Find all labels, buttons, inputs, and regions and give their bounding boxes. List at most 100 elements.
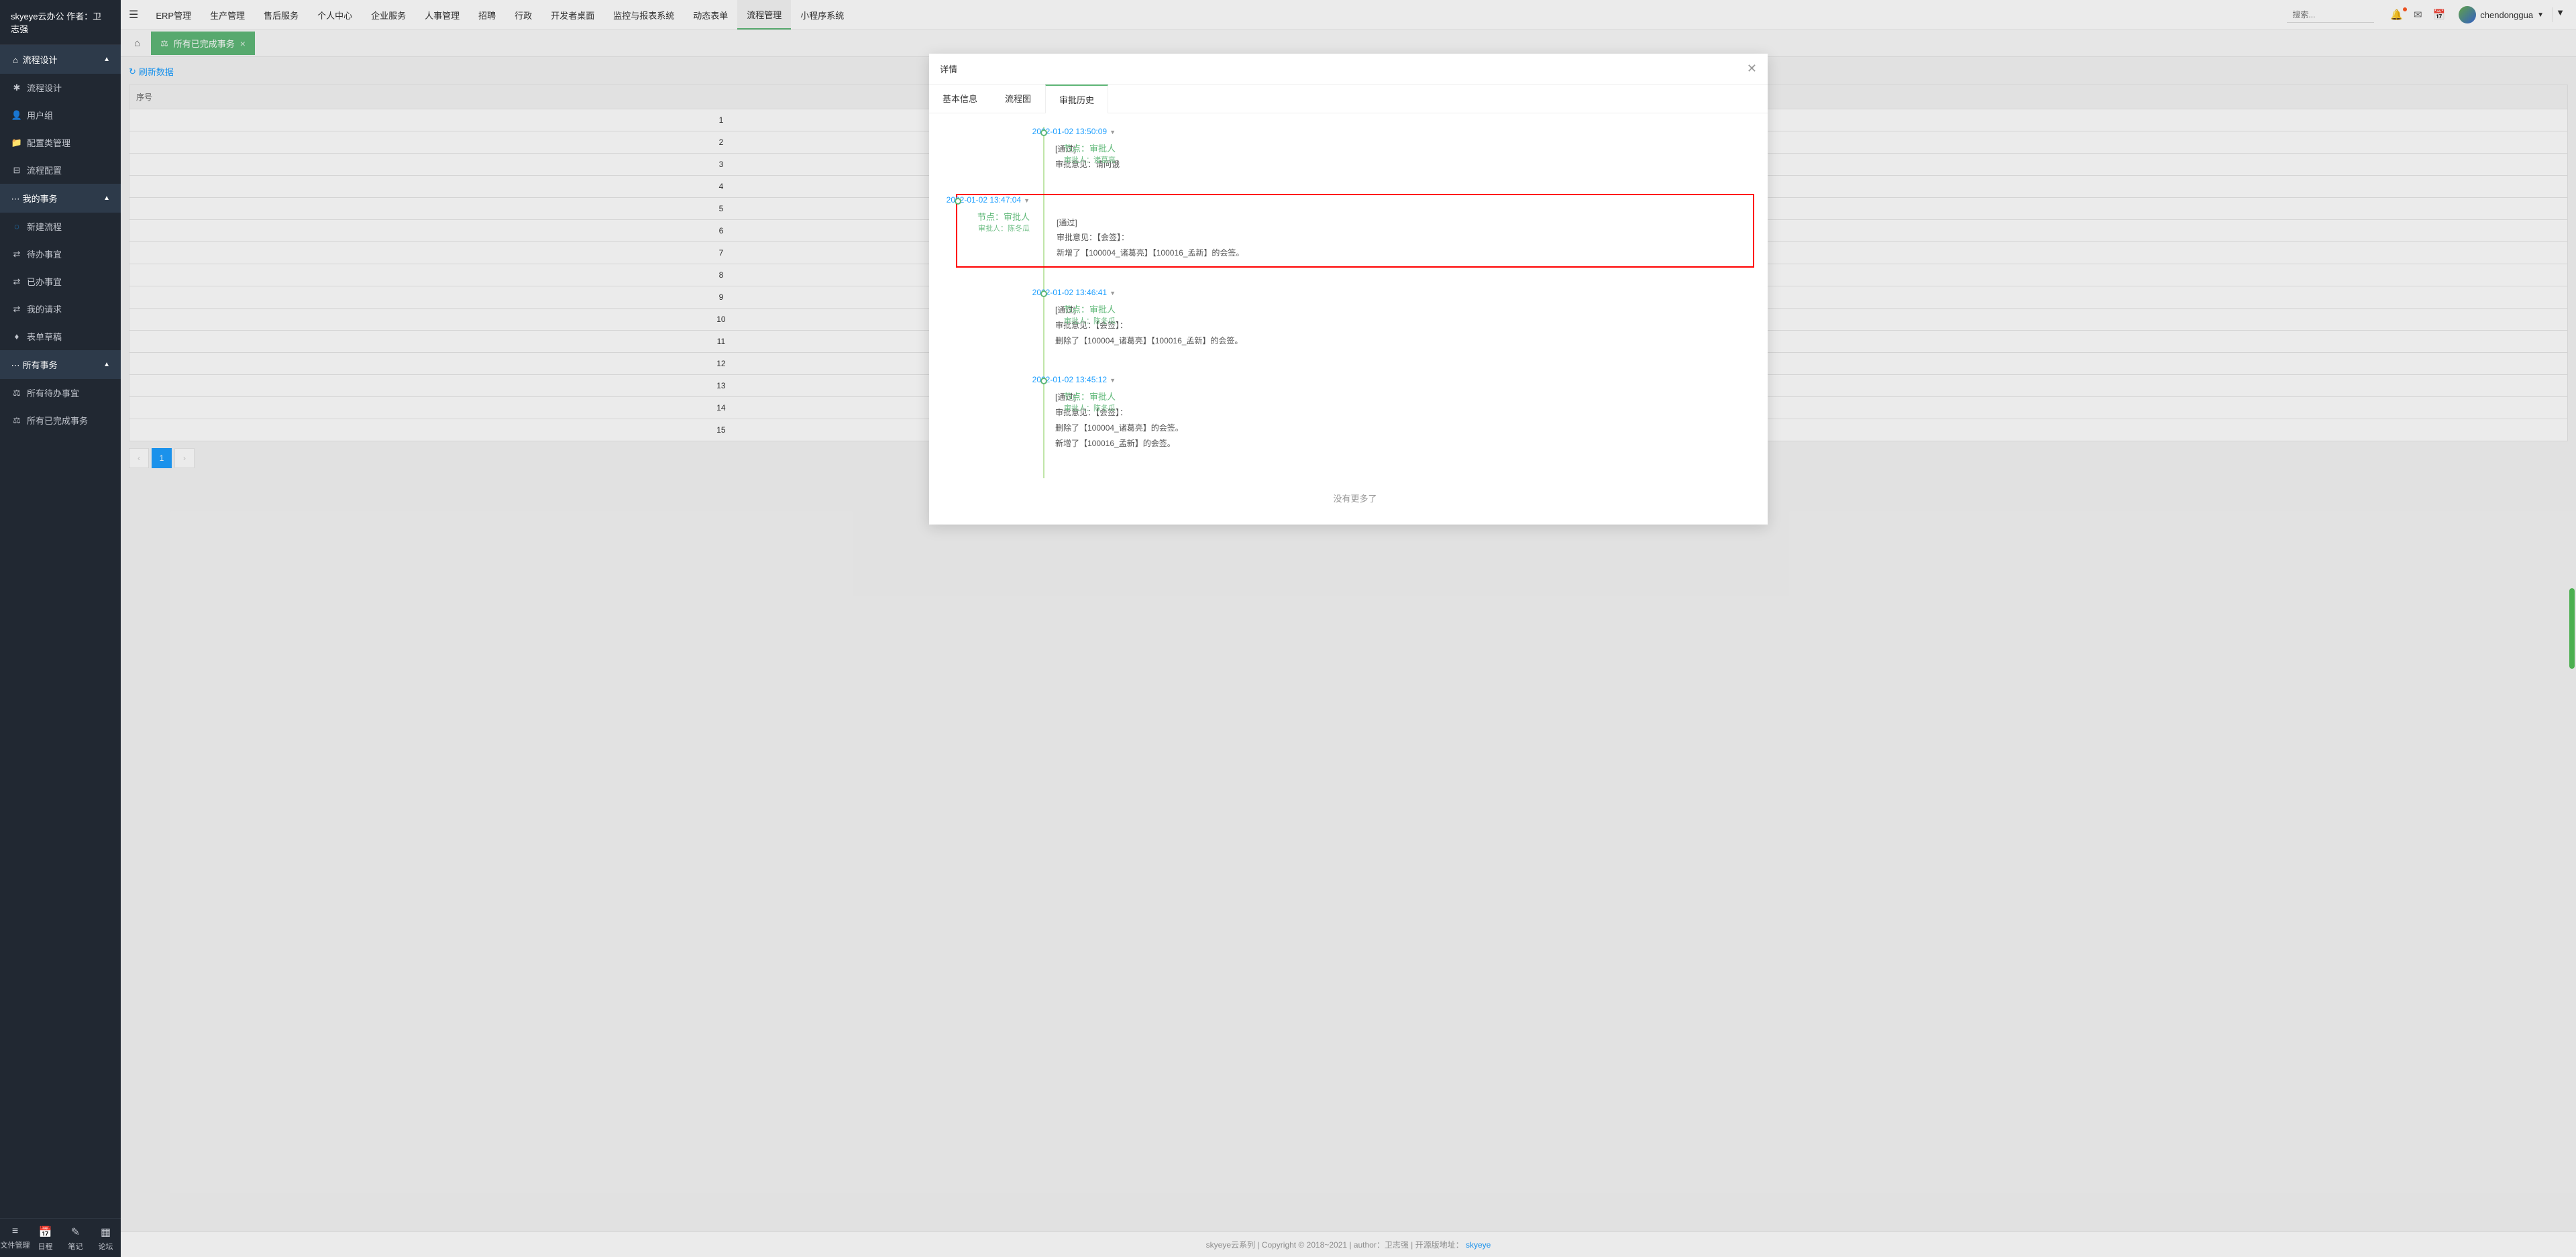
- modal-tab[interactable]: 审批历史: [1045, 85, 1108, 113]
- menu-item-icon: ♦: [12, 331, 21, 341]
- sidebar-item[interactable]: ⚖ 所有已完成事务: [0, 406, 121, 434]
- sidebar-item[interactable]: ⇄我的请求: [0, 295, 121, 323]
- chevron-up-icon: ▲: [103, 361, 110, 368]
- timeline-approver: 审批人：陈冬瓜: [977, 223, 1030, 233]
- menu-group-title[interactable]: ⋯ 我的事务▲: [0, 184, 121, 213]
- modal-detail: 详情 ✕ 基本信息流程图审批历史 2022-01-02 13:50:09▼ 节点…: [929, 54, 1768, 525]
- footer-item-label: 笔记: [68, 1243, 83, 1251]
- menu-item-label: 所有已完成事务: [27, 414, 88, 427]
- footer-item-icon: ✎: [60, 1225, 91, 1239]
- menu-item-label: 已办事宜: [27, 275, 62, 288]
- timeline-line: 审批意见：【会签】：: [1057, 230, 1746, 245]
- sidebar-menu: ⌂ 流程设计▲✱流程设计👤用户组📁配置类管理⊟流程配置⋯ 我的事务▲◌新建流程⇄…: [0, 45, 121, 1218]
- timeline-node-title: 节点：审批人: [977, 210, 1030, 223]
- footer-item-label: 日程: [38, 1243, 53, 1251]
- timeline-content: [通过] 审批意见：【会签】：新增了【100004_诸葛亮】【100016_孟新…: [1044, 201, 1746, 261]
- menu-item-label: 配置类管理: [27, 136, 70, 149]
- menu-group-title[interactable]: ⋯ 所有事务▲: [0, 350, 121, 379]
- chevron-up-icon: ▲: [103, 195, 110, 202]
- timeline-item: 2022-01-02 13:45:12▼ 节点：审批人 审批人：陈冬瓜 [通过]…: [1043, 375, 1748, 478]
- timeline-node-box: 节点：审批人 审批人：诸葛亮: [1063, 142, 1116, 165]
- sidebar-footer: ≡ 文件管理📅 日程 ✎ 笔记 ▦ 论坛: [0, 1218, 121, 1257]
- sidebar-item[interactable]: ⇄待办事宜: [0, 240, 121, 268]
- modal-tab[interactable]: 流程图: [991, 85, 1045, 113]
- timeline-line: 新增了【100004_诸葛亮】【100016_孟新】的会签。: [1057, 245, 1746, 261]
- close-icon[interactable]: ✕: [1747, 62, 1757, 76]
- menu-item-label: 新建流程: [27, 220, 62, 233]
- timeline-content: [通过] 审批意见：【会签】：删除了【100004_诸葛亮】的会签。新增了【10…: [1043, 375, 1748, 451]
- menu-item-label: 流程配置: [27, 164, 62, 176]
- modal-overlay: 详情 ✕ 基本信息流程图审批历史 2022-01-02 13:50:09▼ 节点…: [121, 0, 2576, 1257]
- sidebar-header: skyeye云办公 作者：卫志强: [0, 0, 121, 45]
- menu-item-icon: ✱: [12, 83, 21, 93]
- menu-item-label: 流程设计: [27, 81, 62, 94]
- menu-group-title[interactable]: ⌂ 流程设计▲: [0, 45, 121, 74]
- main-area: ☰ ERP管理生产管理售后服务个人中心企业服务人事管理招聘行政开发者桌面监控与报…: [121, 0, 2576, 1257]
- timeline-node-box: 节点：审批人 审批人：陈冬瓜: [1063, 390, 1116, 413]
- menu-item-icon: 👤: [12, 110, 21, 121]
- timeline-status: [通过]: [1055, 390, 1748, 405]
- no-more-label: 没有更多了: [963, 478, 1748, 511]
- chevron-down-icon[interactable]: ▼: [1110, 129, 1116, 135]
- timeline-item: 2022-01-02 13:50:09▼ 节点：审批人 审批人：诸葛亮 [通过]…: [1043, 127, 1748, 199]
- sidebar-item[interactable]: ◌新建流程: [0, 213, 121, 240]
- scrollbar-indicator[interactable]: [2569, 588, 2575, 669]
- timeline-node-box: 节点：审批人 审批人：陈冬瓜: [1063, 303, 1116, 326]
- sidebar-item[interactable]: 📁配置类管理: [0, 129, 121, 156]
- timeline-line: 删除了【100004_诸葛亮】【100016_孟新】的会签。: [1055, 333, 1748, 349]
- modal-tabs: 基本信息流程图审批历史: [929, 85, 1768, 113]
- timeline-line: 新增了【100016_孟新】的会签。: [1055, 436, 1748, 451]
- footer-item-icon: ≡: [0, 1225, 30, 1238]
- sidebar-item[interactable]: ⊟ 流程配置: [0, 156, 121, 184]
- chevron-down-icon[interactable]: ▼: [1110, 290, 1116, 296]
- timeline-status: [通过]: [1057, 215, 1746, 231]
- timeline-dot-icon: [955, 198, 961, 205]
- timeline-status: [通过]: [1055, 142, 1748, 157]
- menu-item-label: 所有待办事宜: [27, 386, 79, 399]
- timeline-line: 审批意见：请问饿: [1055, 157, 1748, 172]
- timeline-approver: 审批人：诸葛亮: [1063, 154, 1116, 165]
- timeline-node-box: 节点：审批人 审批人：陈冬瓜: [977, 210, 1030, 233]
- sidebar-footer-item[interactable]: 📅 日程: [30, 1219, 60, 1257]
- timeline-approver: 审批人：陈冬瓜: [1063, 315, 1116, 326]
- modal-tab[interactable]: 基本信息: [929, 85, 991, 113]
- menu-item-icon: ⇄: [12, 304, 21, 315]
- chevron-down-icon[interactable]: ▼: [1110, 377, 1116, 384]
- timeline-item: 2022-01-02 13:46:41▼ 节点：审批人 审批人：陈冬瓜 [通过]…: [1043, 288, 1748, 375]
- timeline-status: [通过]: [1055, 303, 1748, 318]
- sidebar-footer-item[interactable]: ≡ 文件管理: [0, 1219, 30, 1257]
- timeline-line: 审批意见：【会签】：: [1055, 318, 1748, 333]
- sidebar: skyeye云办公 作者：卫志强 ⌂ 流程设计▲✱流程设计👤用户组📁配置类管理⊟…: [0, 0, 121, 1257]
- timeline-line: 删除了【100004_诸葛亮】的会签。: [1055, 421, 1748, 436]
- sidebar-footer-item[interactable]: ✎ 笔记: [60, 1219, 91, 1257]
- timeline-line: 审批意见：【会签】：: [1055, 405, 1748, 421]
- footer-item-icon: ▦: [91, 1225, 121, 1239]
- menu-item-label: 用户组: [27, 109, 53, 121]
- timeline-content: [通过] 审批意见：【会签】：删除了【100004_诸葛亮】【100016_孟新…: [1043, 288, 1748, 348]
- sidebar-item[interactable]: ✱ 流程设计: [0, 74, 121, 101]
- menu-item-label: 表单草稿: [27, 330, 62, 343]
- sidebar-item[interactable]: ♦ 表单草稿: [0, 323, 121, 350]
- menu-item-icon: ⚖: [12, 415, 21, 426]
- chevron-down-icon[interactable]: ▼: [1024, 197, 1030, 204]
- modal-header: 详情 ✕: [929, 54, 1768, 85]
- timeline-dot-icon: [1040, 290, 1047, 297]
- sidebar-item[interactable]: ⚖所有待办事宜: [0, 379, 121, 406]
- timeline-node-title: 节点：审批人: [1063, 303, 1116, 315]
- footer-item-icon: 📅: [30, 1225, 60, 1239]
- timeline-item: 2022-01-02 13:47:04▼ 节点：审批人 审批人：陈冬瓜 [通过]…: [956, 194, 1754, 268]
- timeline-dot-icon: [1040, 129, 1047, 136]
- timeline-node-title: 节点：审批人: [1063, 390, 1116, 402]
- menu-item-icon: ⇄: [12, 249, 21, 260]
- footer-item-label: 文件管理: [1, 1242, 30, 1250]
- menu-item-icon: ⇄: [12, 276, 21, 287]
- sidebar-item[interactable]: ⇄ 已办事宜: [0, 268, 121, 295]
- modal-body: 2022-01-02 13:50:09▼ 节点：审批人 审批人：诸葛亮 [通过]…: [929, 113, 1768, 525]
- menu-item-icon: ⊟: [12, 165, 21, 176]
- footer-item-label: 论坛: [99, 1243, 113, 1251]
- timeline-node-title: 节点：审批人: [1063, 142, 1116, 154]
- modal-title: 详情: [940, 62, 957, 75]
- timeline-approver: 审批人：陈冬瓜: [1063, 402, 1116, 413]
- sidebar-footer-item[interactable]: ▦ 论坛: [91, 1219, 121, 1257]
- sidebar-item[interactable]: 👤 用户组: [0, 101, 121, 129]
